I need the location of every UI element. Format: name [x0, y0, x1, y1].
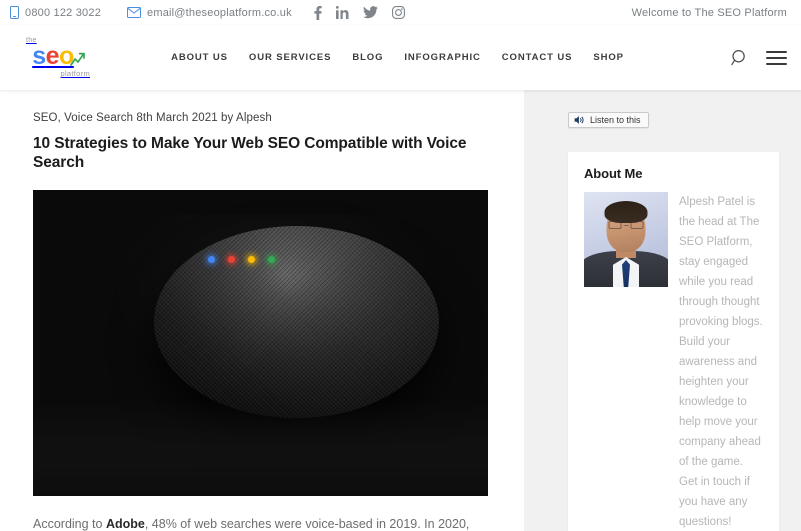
speaker-led-indicators [208, 255, 275, 263]
logo-letter-e: e [45, 42, 60, 71]
phone-number: 0800 122 3022 [25, 6, 102, 19]
logo-wordmark: s e o [32, 42, 85, 71]
sidebar: Listen to this About Me Alpesh Patel is … [524, 90, 801, 531]
linkedin-icon[interactable] [335, 6, 349, 19]
search-icon[interactable] [731, 49, 749, 67]
avatar [584, 192, 668, 287]
email-address: email@theseoplatform.co.uk [147, 6, 292, 19]
paragraph-lead: According to [33, 516, 106, 531]
about-me-title: About Me [584, 166, 643, 181]
site-logo[interactable]: the s e o platform [12, 37, 94, 78]
site-header: the s e o platform ABOUT US OUR SERVICES… [0, 25, 801, 90]
hero-floor-shadow [33, 399, 488, 496]
adobe-link[interactable]: Adobe [106, 517, 145, 531]
nav-item-contact-us[interactable]: CONTACT US [502, 52, 573, 63]
page-body: SEO, Voice Search 8th March 2021 by Alpe… [0, 90, 801, 531]
nav-item-blog[interactable]: BLOG [352, 52, 383, 63]
twitter-icon[interactable] [362, 6, 378, 19]
email-link[interactable]: email@theseoplatform.co.uk [127, 7, 292, 19]
nav-item-our-services[interactable]: OUR SERVICES [249, 52, 331, 63]
about-me-bio: Alpesh Patel is the head at The SEO Plat… [679, 196, 763, 528]
header-actions [731, 49, 787, 67]
social-links [314, 5, 405, 20]
avatar-glasses-icon [608, 221, 644, 229]
about-me-body: Alpesh Patel is the head at The SEO Plat… [584, 192, 763, 531]
avatar-hair [604, 201, 648, 223]
nav-item-infographic[interactable]: INFOGRAPHIC [404, 52, 480, 63]
led-green-icon [268, 255, 275, 263]
listen-button-label: Listen to this [590, 115, 641, 125]
led-blue-icon [208, 255, 215, 263]
envelope-icon [127, 7, 142, 18]
led-red-icon [228, 255, 235, 263]
welcome-message: Welcome to The SEO Platform [631, 6, 787, 19]
phone-icon [10, 6, 19, 19]
instagram-icon[interactable] [391, 6, 405, 19]
led-yellow-icon [248, 255, 255, 263]
page-title: 10 Strategies to Make Your Web SEO Compa… [33, 135, 467, 172]
article-column: SEO, Voice Search 8th March 2021 by Alpe… [0, 90, 524, 531]
speaker-shading [154, 225, 439, 418]
logo-platform-text: platform [60, 69, 90, 79]
about-me-widget: About Me Alpesh Patel is the head at The… [568, 152, 779, 531]
growth-arrow-icon [69, 52, 85, 67]
listen-to-this-button[interactable]: Listen to this [568, 112, 649, 128]
main-navigation: ABOUT US OUR SERVICES BLOG INFOGRAPHIC C… [94, 52, 731, 63]
logo-letter-s: s [32, 42, 46, 71]
featured-image[interactable] [33, 189, 488, 496]
facebook-icon[interactable] [314, 5, 322, 20]
article-paragraph: According to Adobe, 48% of web searches … [33, 514, 488, 531]
speaker-volume-icon [574, 115, 585, 125]
top-utility-bar: 0800 122 3022 email@theseoplatform.co.uk… [0, 0, 801, 25]
nav-item-about-us[interactable]: ABOUT US [171, 52, 228, 63]
phone-link[interactable]: 0800 122 3022 [10, 6, 101, 19]
post-meta: SEO, Voice Search 8th March 2021 by Alpe… [33, 112, 272, 124]
nav-item-shop[interactable]: SHOP [593, 52, 624, 63]
smart-speaker-graphic [154, 225, 439, 418]
hamburger-menu-icon[interactable] [766, 50, 787, 65]
